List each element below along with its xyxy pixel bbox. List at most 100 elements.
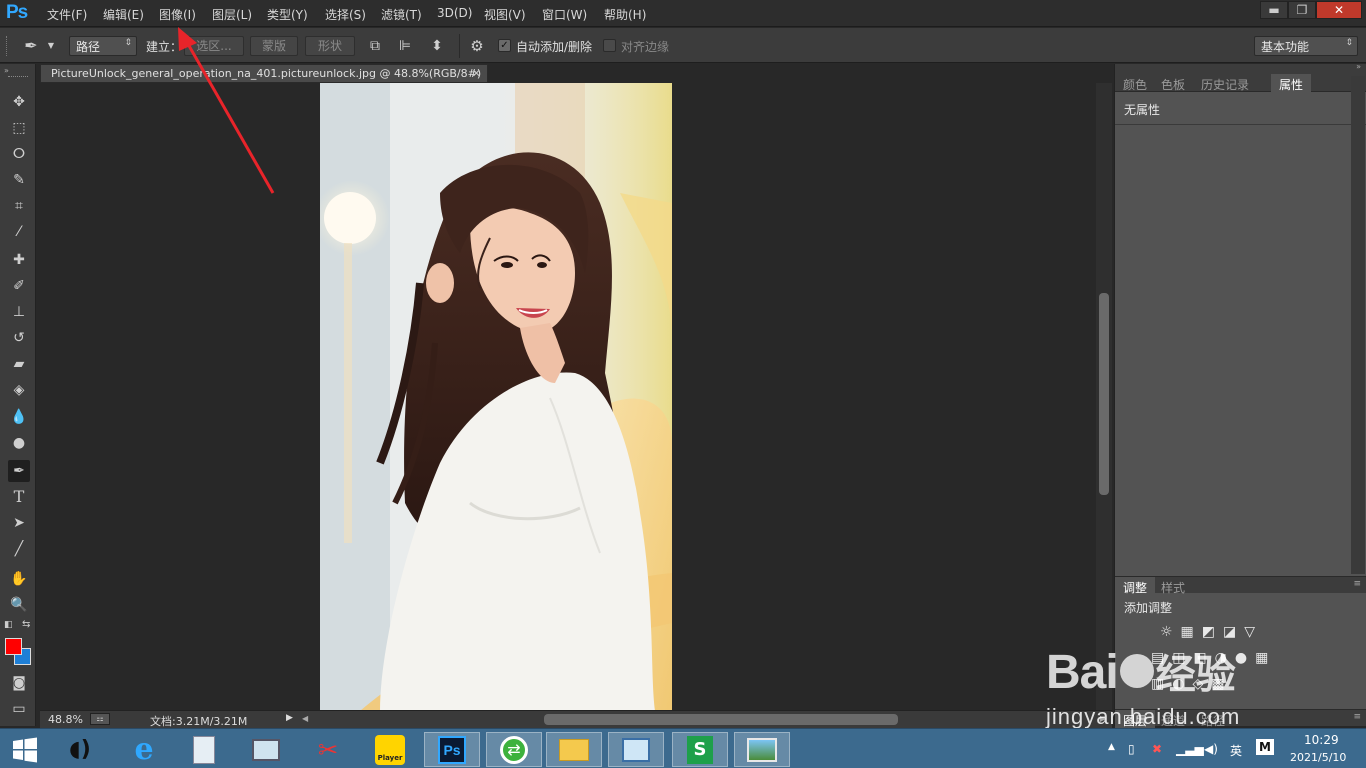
eraser-tool-icon[interactable]: ▰ [8,353,30,375]
tray-expand-icon[interactable]: ▲ [1108,742,1115,752]
path-alignment-icon[interactable]: ⊫ [396,37,414,55]
taskbar-wps-sheets[interactable]: S [672,732,728,767]
taskbar-paint-tool[interactable]: ✂ [300,732,356,767]
volume-icon[interactable]: ◀) [1204,742,1218,756]
document-image[interactable] [320,83,672,711]
panel-menu-icon[interactable]: ≡ [1353,579,1361,589]
marquee-tool-icon[interactable]: ⬚ [8,117,30,139]
adjustment-icons-row-1[interactable]: ☼▦◩◪▽ [1160,624,1263,640]
panel-scrollbar[interactable] [1351,76,1365,574]
history-brush-tool-icon[interactable]: ↺ [8,327,30,349]
menu-file[interactable]: 文件(F) [47,6,87,23]
clone-stamp-tool-icon[interactable]: ⊥ [8,301,30,323]
menu-help[interactable]: 帮助(H) [604,6,646,23]
taskbar-ie[interactable]: e [116,732,172,767]
zoom-level[interactable]: 48.8% [48,713,83,726]
taskbar-photoshop[interactable]: Ps [424,732,480,767]
clock-date[interactable]: 2021/5/10 [1290,751,1346,764]
minimize-button[interactable]: ▬ [1260,1,1288,19]
make-shape-button[interactable]: 形状 [305,36,355,56]
tab-history[interactable]: 历史记录 [1201,76,1249,93]
panel-menu-icon[interactable]: ≡ [1353,712,1361,722]
workspace-select[interactable]: 基本功能 ⇕ [1254,36,1358,56]
menu-select[interactable]: 选择(S) [325,6,366,23]
menu-filter[interactable]: 滤镜(T) [381,6,422,23]
taskbar-video-player[interactable]: Player [362,732,418,767]
align-edges-checkbox[interactable] [603,39,616,52]
menu-image[interactable]: 图像(I) [159,6,196,23]
network-error-icon[interactable]: ✖ [1152,742,1162,756]
vertical-scroll-thumb[interactable] [1099,293,1109,495]
taskbar-control-panel[interactable] [608,732,664,767]
path-arrangement-icon[interactable]: ⬍ [428,37,446,55]
menu-type[interactable]: 类型(Y) [267,6,308,23]
clock-time[interactable]: 10:29 [1304,733,1339,747]
status-menu-arrow-icon[interactable]: ▶ [286,713,293,723]
default-colors-icon[interactable]: ◧ [4,620,13,630]
screen-mode-icon[interactable]: ▭ [8,698,30,720]
taskbar-audio-app[interactable]: ◖) [52,732,108,767]
ime-mode-icon[interactable]: M [1256,739,1274,755]
taskbar-calculator[interactable] [176,732,232,767]
horizontal-scroll-thumb[interactable] [544,714,898,725]
path-selection-tool-icon[interactable]: ➤ [8,512,30,534]
crop-tool-icon[interactable]: ⌗ [8,195,30,217]
healing-brush-tool-icon[interactable]: ✚ [8,249,30,271]
hand-tool-icon[interactable]: ✋ [8,568,30,590]
path-operations-icon[interactable]: ⧉ [366,37,384,55]
status-icon[interactable]: ⚏ [90,713,110,725]
tool-mode-value: 路径 [76,40,101,54]
close-tab-icon[interactable]: ✕ [472,67,481,80]
vertical-scrollbar[interactable] [1096,83,1112,710]
foreground-color-swatch[interactable] [5,638,22,655]
menu-layer[interactable]: 图层(L) [212,6,252,23]
eyedropper-tool-icon[interactable]: ⁄ [8,221,30,243]
gear-icon[interactable]: ⚙ [468,37,486,55]
paw-logo-icon [1119,654,1154,688]
photoshop-icon: Ps [438,735,466,764]
menu-window[interactable]: 窗口(W) [542,6,587,23]
signal-icon[interactable]: ▁▃▅ [1176,742,1204,756]
line-tool-icon[interactable]: ╱ [8,538,30,560]
tab-styles[interactable]: 样式 [1161,579,1185,596]
collapse-arrows-icon[interactable]: » [4,66,9,75]
taskbar-browser-360[interactable]: ⇄ [486,732,542,767]
collapse-arrows-icon[interactable]: » [1356,62,1361,71]
zoom-tool-icon[interactable]: 🔍 [8,594,30,616]
move-tool-icon[interactable]: ✥ [8,91,30,113]
grip-handle[interactable] [8,76,28,79]
menu-view[interactable]: 视图(V) [484,6,526,23]
ime-language[interactable]: 英 [1230,742,1242,759]
menu-edit[interactable]: 编辑(E) [103,6,144,23]
grip-handle[interactable] [6,36,9,56]
taskbar-file-explorer[interactable] [546,732,602,767]
taskbar-photo-viewer[interactable] [734,732,790,767]
scroll-left-icon[interactable]: ◀ [302,714,308,723]
lasso-tool-icon[interactable]: ⵔ [8,143,30,165]
brush-tool-icon[interactable]: ✐ [8,275,30,297]
start-button[interactable] [0,732,50,767]
type-tool-icon[interactable]: T [8,486,30,508]
auto-add-delete-checkbox[interactable]: ✓ [498,39,511,52]
quick-mask-icon[interactable]: ◙ [8,672,30,694]
tab-color[interactable]: 颜色 [1123,76,1147,93]
paint-tool-icon: ✂ [317,735,339,764]
tab-adjustments[interactable]: 调整 [1115,577,1156,598]
restore-button[interactable]: ❐ [1288,1,1316,19]
dodge-tool-icon[interactable]: ● [8,432,30,454]
swap-colors-icon[interactable]: ⇆ [22,619,30,630]
pen-tool-preset-icon[interactable]: ✒ [22,37,40,55]
pen-tool-icon[interactable]: ✒ [8,460,30,482]
tool-mode-select[interactable]: 路径 ⇕ [69,36,137,56]
paint-bucket-tool-icon[interactable]: ◈ [8,379,30,401]
close-button[interactable]: ✕ [1316,1,1362,19]
tab-swatches[interactable]: 色板 [1161,76,1185,93]
audio-app-icon: ◖) [69,737,91,762]
menu-3d[interactable]: 3D(D) [437,6,472,20]
chevron-down-icon[interactable]: ▼ [46,37,56,55]
blur-tool-icon[interactable]: 💧 [8,406,30,428]
taskbar-task-manager[interactable] [238,732,294,767]
device-icon[interactable]: ▯ [1128,742,1135,756]
quick-selection-tool-icon[interactable]: ✎ [8,169,30,191]
tab-properties[interactable]: 属性 [1271,74,1312,95]
